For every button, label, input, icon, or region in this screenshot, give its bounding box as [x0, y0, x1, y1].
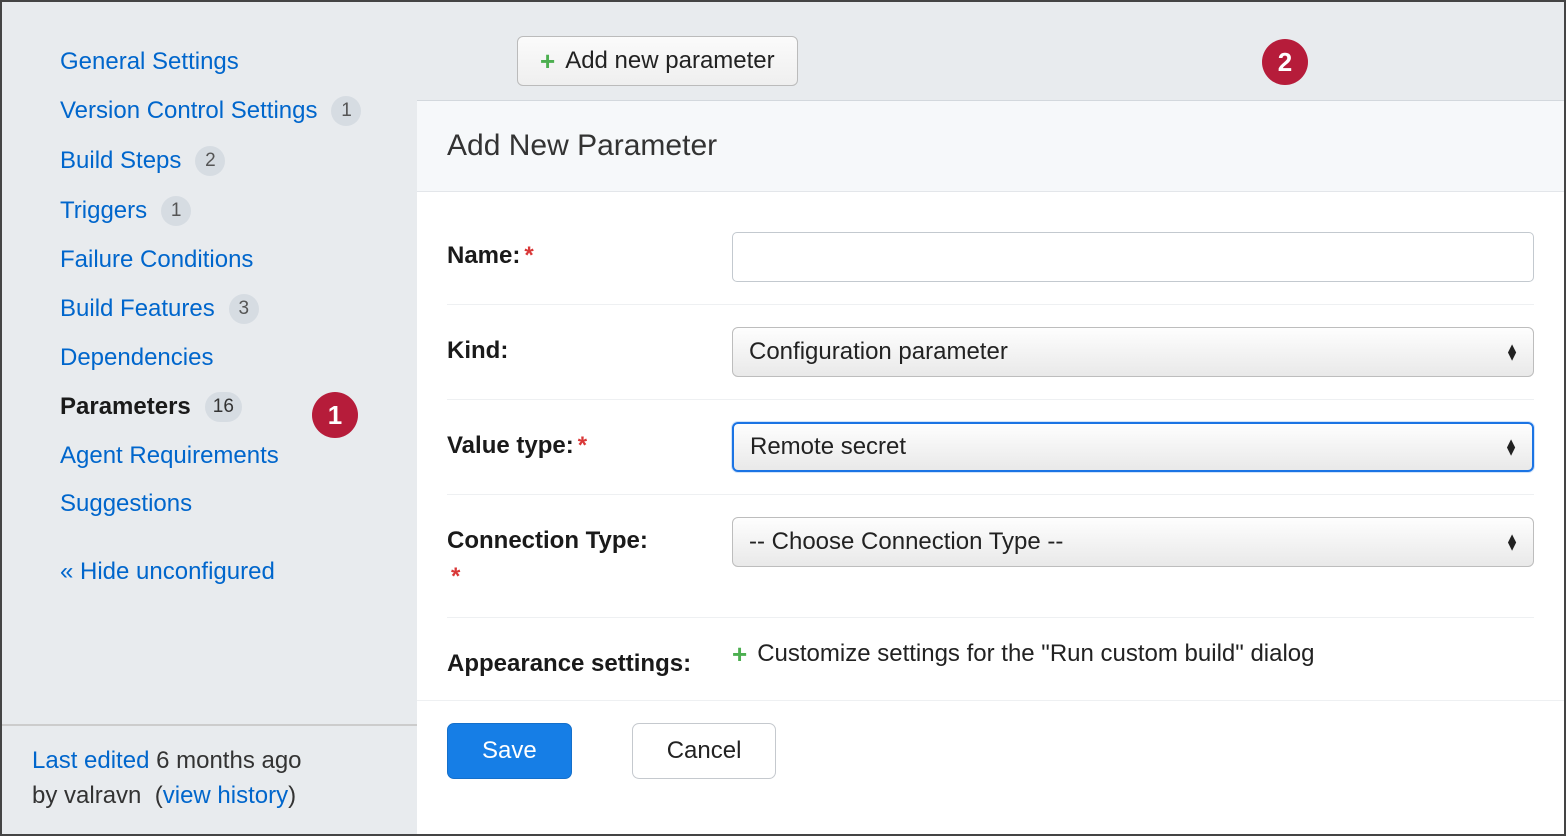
add-new-parameter-label: Add new parameter — [565, 47, 774, 75]
main-content: + Add new parameter Add New Parameter Na… — [417, 2, 1564, 834]
sidebar-item-agent-requirements[interactable]: Agent Requirements — [50, 432, 387, 480]
callout-2: 2 — [1262, 39, 1308, 85]
last-edited-link[interactable]: Last edited — [32, 747, 149, 774]
customize-appearance-text: Customize settings for the "Run custom b… — [757, 640, 1314, 668]
count-badge: 1 — [161, 196, 191, 226]
form-row-value-type: Value type:* Remote secret ▲▼ — [447, 400, 1534, 495]
kind-select[interactable]: Configuration parameter ▲▼ — [732, 327, 1534, 377]
sidebar-item-general-settings[interactable]: General Settings — [50, 38, 387, 86]
cancel-button[interactable]: Cancel — [632, 723, 777, 779]
hide-unconfigured-label: « Hide unconfigured — [60, 558, 275, 585]
count-badge: 1 — [331, 96, 361, 126]
count-badge: 16 — [205, 392, 242, 422]
plus-icon: + — [732, 641, 747, 667]
kind-label: Kind: — [447, 327, 732, 369]
sidebar-item-label: Build Features — [60, 295, 215, 323]
add-new-parameter-button[interactable]: + Add new parameter — [517, 36, 798, 86]
form-row-appearance: Appearance settings: + Customize setting… — [447, 618, 1534, 704]
save-button[interactable]: Save — [447, 723, 572, 779]
connection-type-select-value: -- Choose Connection Type -- — [749, 528, 1063, 556]
sidebar-item-label: Triggers — [60, 197, 147, 225]
count-badge: 3 — [229, 294, 259, 324]
cancel-label: Cancel — [667, 737, 742, 765]
count-badge: 2 — [195, 146, 225, 176]
sidebar-item-failure-conditions[interactable]: Failure Conditions — [50, 236, 387, 284]
customize-appearance-link[interactable]: + Customize settings for the "Run custom… — [732, 640, 1534, 668]
hide-unconfigured-link[interactable]: « Hide unconfigured — [50, 528, 387, 596]
appearance-label: Appearance settings: — [447, 640, 732, 682]
name-input[interactable] — [732, 232, 1534, 282]
dialog-title: Add New Parameter — [417, 101, 1564, 192]
sidebar-item-label: General Settings — [60, 48, 239, 76]
sidebar-item-build-steps[interactable]: Build Steps 2 — [50, 136, 387, 186]
add-parameter-dialog: Add New Parameter Name:* Kind: Configura… — [417, 100, 1564, 834]
sidebar-item-label: Dependencies — [60, 344, 213, 372]
by-label: by — [32, 782, 57, 809]
view-history-link[interactable]: view history — [163, 782, 288, 809]
connection-type-label: Connection Type:* — [447, 517, 732, 595]
sidebar-item-label: Suggestions — [60, 490, 192, 518]
select-arrows-icon: ▲▼ — [1505, 534, 1519, 549]
connection-type-select[interactable]: -- Choose Connection Type -- ▲▼ — [732, 517, 1534, 567]
select-arrows-icon: ▲▼ — [1504, 439, 1518, 454]
sidebar-item-label: Parameters — [60, 393, 191, 421]
name-label: Name:* — [447, 232, 732, 274]
select-arrows-icon: ▲▼ — [1505, 344, 1519, 359]
sidebar-item-label: Version Control Settings — [60, 97, 317, 125]
sidebar-footer: Last edited 6 months ago by valravn (vie… — [2, 724, 417, 834]
form-row-connection-type: Connection Type:* -- Choose Connection T… — [447, 495, 1534, 618]
value-type-select-value: Remote secret — [750, 433, 906, 461]
sidebar-item-suggestions[interactable]: Suggestions — [50, 480, 387, 528]
last-edited-time: 6 months ago — [156, 747, 301, 774]
sidebar-item-build-features[interactable]: Build Features 3 — [50, 284, 387, 334]
form-row-name: Name:* — [447, 210, 1534, 305]
sidebar-item-dependencies[interactable]: Dependencies — [50, 334, 387, 382]
sidebar-item-label: Agent Requirements — [60, 442, 279, 470]
save-label: Save — [482, 737, 537, 765]
plus-icon: + — [540, 48, 555, 74]
sidebar-item-label: Failure Conditions — [60, 246, 253, 274]
value-type-label: Value type:* — [447, 422, 732, 464]
form-row-kind: Kind: Configuration parameter ▲▼ — [447, 305, 1534, 400]
kind-select-value: Configuration parameter — [749, 338, 1008, 366]
callout-1: 1 — [312, 392, 358, 438]
value-type-select[interactable]: Remote secret ▲▼ — [732, 422, 1534, 472]
sidebar-item-triggers[interactable]: Triggers 1 — [50, 186, 387, 236]
sidebar-item-vcs-settings[interactable]: Version Control Settings 1 — [50, 86, 387, 136]
sidebar-item-label: Build Steps — [60, 147, 181, 175]
last-edited-user: valravn — [64, 782, 141, 809]
